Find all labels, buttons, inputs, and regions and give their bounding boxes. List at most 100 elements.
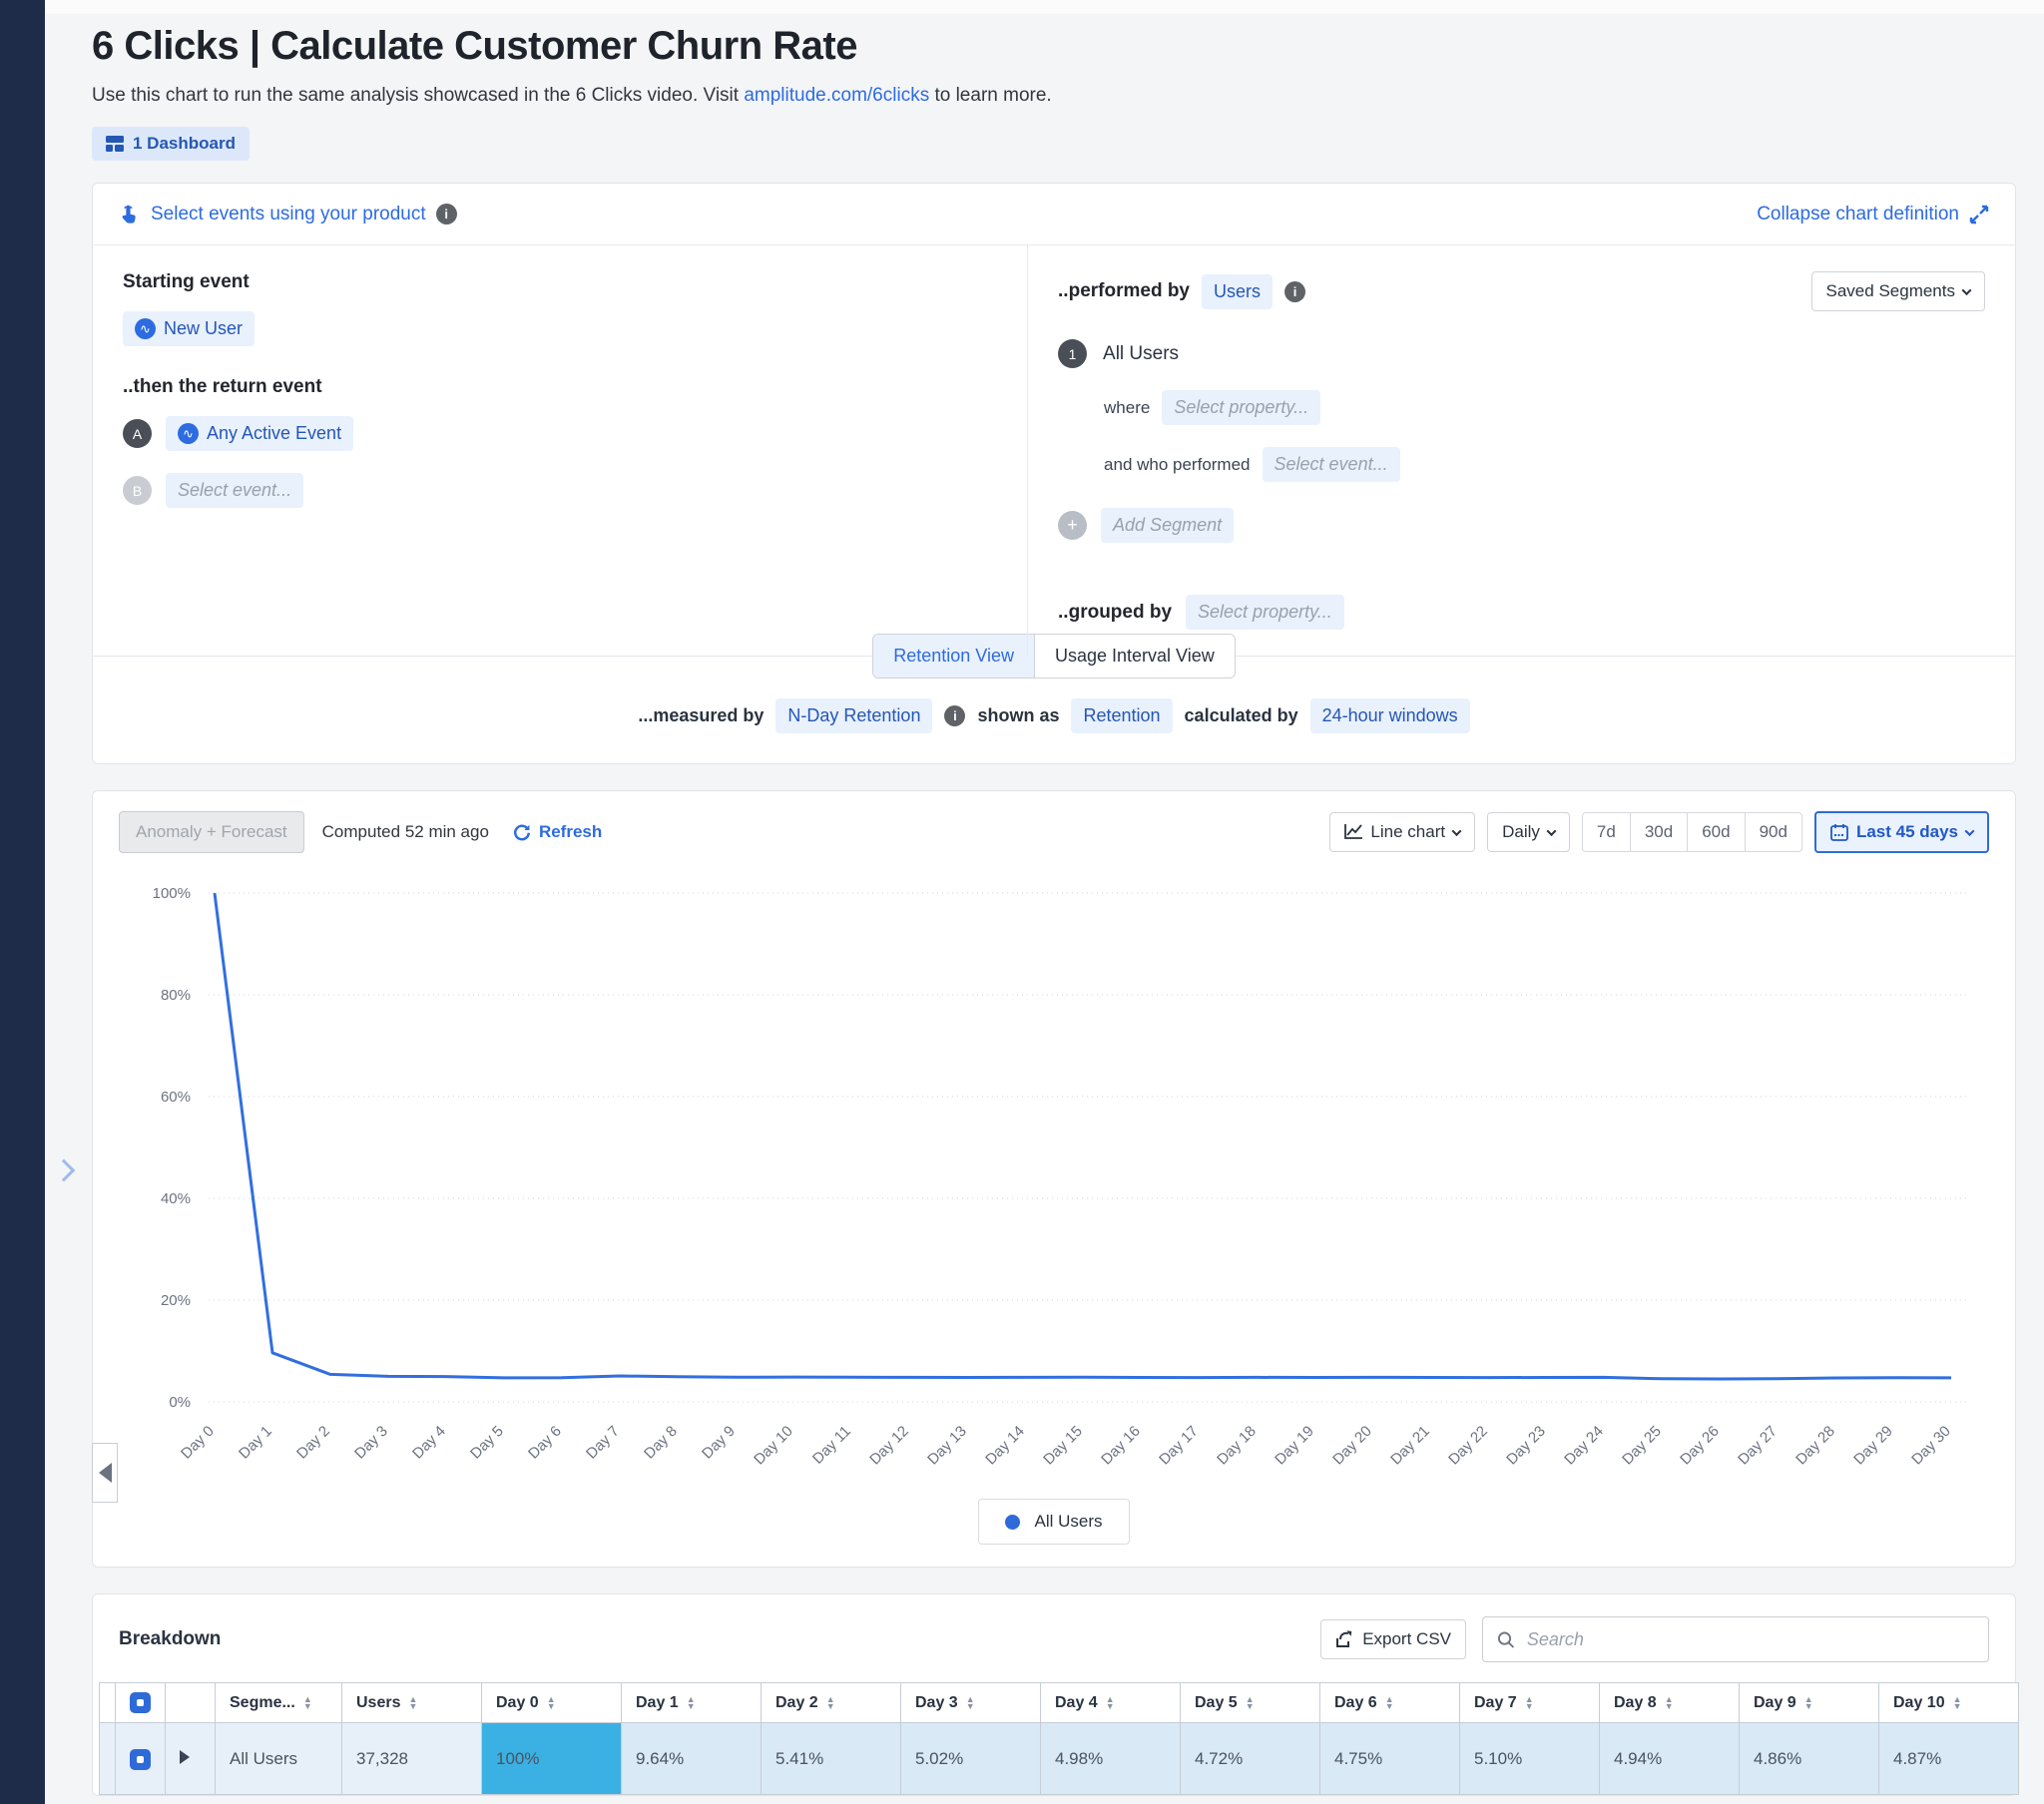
column-header-day-2[interactable]: Day 2 ▲ ▼	[761, 1682, 901, 1723]
x-axis-tick: Day 6	[525, 1423, 565, 1463]
all-users-line[interactable]	[213, 892, 1952, 1381]
retention-value-cell-day-3[interactable]: 5.02%	[900, 1722, 1041, 1795]
column-header-day-1[interactable]: Day 1 ▲ ▼	[621, 1682, 762, 1723]
chevron-down-icon	[1546, 825, 1557, 836]
collapse-icon	[1969, 205, 1989, 224]
refresh-button[interactable]: Refresh	[513, 822, 602, 842]
measured-by-chip[interactable]: N-Day Retention	[775, 698, 933, 733]
anomaly-forecast-button[interactable]: Anomaly + Forecast	[119, 811, 304, 853]
select-events-link[interactable]: Select events using your product i	[119, 204, 457, 226]
sort-icon[interactable]: ▲ ▼	[826, 1694, 835, 1709]
retention-value-cell-day-9[interactable]: 4.86%	[1739, 1722, 1879, 1795]
return-event-a-value: Any Active Event	[207, 423, 342, 443]
retention-value-cell-day-1[interactable]: 9.64%	[621, 1722, 762, 1795]
expand-row-icon[interactable]	[180, 1749, 190, 1764]
saved-segments-button[interactable]: Saved Segments	[1810, 271, 1985, 311]
column-header-day-3[interactable]: Day 3 ▲ ▼	[900, 1682, 1041, 1723]
range-60d-button[interactable]: 60d	[1687, 812, 1746, 852]
info-icon[interactable]: i	[435, 204, 457, 225]
retention-value-cell-day-5[interactable]: 4.72%	[1180, 1722, 1320, 1795]
return-event-a-chip[interactable]: ∿ Any Active Event	[166, 416, 354, 451]
column-header-day-6[interactable]: Day 6 ▲ ▼	[1319, 1682, 1460, 1723]
header-spacer-cell	[99, 1682, 116, 1723]
series-color-dot	[1005, 1514, 1021, 1530]
collapse-chart-definition-label: Collapse chart definition	[1757, 203, 1959, 225]
subtitle-link[interactable]: amplitude.com/6clicks	[744, 85, 929, 106]
x-axis-tick: Day 28	[1792, 1423, 1838, 1469]
retention-value-cell-day-4[interactable]: 4.98%	[1040, 1722, 1181, 1795]
add-segment-plus-icon[interactable]: +	[1058, 511, 1088, 540]
y-axis-tick: 80%	[161, 987, 191, 1004]
retention-value-cell-day-0[interactable]: 100%	[481, 1722, 622, 1795]
sort-icon[interactable]: ▲ ▼	[1385, 1694, 1394, 1709]
expand-sidebar-chevron-icon[interactable]	[52, 1158, 76, 1182]
column-header-day-0[interactable]: Day 0 ▲ ▼	[481, 1682, 622, 1723]
return-event-b-select[interactable]: Select event...	[166, 473, 304, 508]
sort-icon[interactable]: ▲ ▼	[1106, 1694, 1115, 1709]
collapse-chart-definition-link[interactable]: Collapse chart definition	[1757, 204, 1989, 226]
retention-value-cell-day-2[interactable]: 5.41%	[761, 1722, 901, 1795]
row-checkbox[interactable]	[130, 1748, 151, 1770]
chart-type-dropdown[interactable]: Line chart	[1329, 812, 1476, 852]
search-input[interactable]	[1526, 1628, 1974, 1650]
interval-label: Daily	[1502, 822, 1540, 841]
column-label: Day 7	[1474, 1693, 1517, 1711]
column-header-day-8[interactable]: Day 8 ▲ ▼	[1599, 1682, 1740, 1723]
sort-icon[interactable]: ▲ ▼	[408, 1694, 417, 1709]
sort-icon[interactable]: ▲ ▼	[966, 1694, 975, 1709]
range-30d-button[interactable]: 30d	[1629, 812, 1689, 852]
performed-by-chip[interactable]: Users	[1202, 273, 1274, 309]
column-header-day-5[interactable]: Day 5 ▲ ▼	[1180, 1682, 1320, 1723]
retention-value-cell-day-10[interactable]: 4.87%	[1878, 1722, 2019, 1795]
x-axis-tick: Day 25	[1619, 1423, 1665, 1469]
sort-icon[interactable]: ▲ ▼	[303, 1694, 312, 1709]
info-icon[interactable]: i	[1284, 280, 1306, 302]
sort-icon[interactable]: ▲ ▼	[687, 1694, 696, 1709]
where-property-select[interactable]: Select property...	[1162, 390, 1321, 425]
shown-as-chip[interactable]: Retention	[1071, 698, 1173, 733]
range-7d-button[interactable]: 7d	[1581, 812, 1631, 852]
sort-icon[interactable]: ▲ ▼	[1246, 1694, 1255, 1709]
column-header-day-7[interactable]: Day 7 ▲ ▼	[1459, 1682, 1600, 1723]
range-90d-button[interactable]: 90d	[1744, 812, 1802, 852]
breakdown-header-row: Segme... ▲ ▼ Users ▲ ▼ Day 0 ▲ ▼ Day 1 ▲ ▼ Day 2 ▲ ▼ Da…	[99, 1682, 2019, 1723]
retention-value-cell-day-7[interactable]: 5.10%	[1459, 1722, 1600, 1795]
starting-event-chip[interactable]: ∿ New User	[123, 311, 256, 346]
chart-panel-expander[interactable]	[92, 1443, 118, 1503]
info-icon[interactable]: i	[944, 705, 966, 726]
column-label: Day 1	[636, 1693, 679, 1711]
sort-icon[interactable]: ▲ ▼	[1525, 1694, 1534, 1709]
sort-icon[interactable]: ▲ ▼	[547, 1694, 556, 1709]
column-label: Day 3	[915, 1693, 958, 1711]
calculated-by-chip[interactable]: 24-hour windows	[1309, 698, 1470, 733]
tab-retention-view[interactable]: Retention View	[873, 635, 1035, 677]
date-range-dropdown[interactable]: Last 45 days	[1813, 811, 1989, 853]
refresh-label: Refresh	[538, 822, 603, 841]
legend-all-users[interactable]: All Users	[978, 1499, 1130, 1545]
select-events-label: Select events using your product	[151, 203, 426, 225]
column-header-day-10[interactable]: Day 10 ▲ ▼	[1878, 1682, 2019, 1723]
retention-value-cell-day-6[interactable]: 4.75%	[1319, 1722, 1460, 1795]
chart-toolbar: Anomaly + Forecast Computed 52 min ago R…	[93, 791, 2015, 859]
column-header-day-4[interactable]: Day 4 ▲ ▼	[1040, 1682, 1181, 1723]
column-label: Day 8	[1614, 1693, 1657, 1711]
export-csv-button[interactable]: Export CSV	[1320, 1619, 1466, 1659]
interval-dropdown[interactable]: Daily	[1487, 812, 1570, 852]
segment-name-cell: All Users	[215, 1722, 342, 1795]
grouped-by-property-select[interactable]: Select property...	[1186, 595, 1344, 630]
sort-icon[interactable]: ▲ ▼	[1953, 1694, 1962, 1709]
column-label: Day 9	[1754, 1693, 1796, 1711]
who-performed-event-select[interactable]: Select event...	[1262, 447, 1400, 482]
row-expand-cell[interactable]	[165, 1722, 216, 1795]
sort-icon[interactable]: ▲ ▼	[1665, 1694, 1674, 1709]
sort-icon[interactable]: ▲ ▼	[1804, 1694, 1813, 1709]
column-header-users[interactable]: Users ▲ ▼	[341, 1682, 482, 1723]
row-checkbox[interactable]	[130, 1692, 151, 1713]
segments-panel: ..performed by Users i Saved Segments 1 …	[1027, 245, 2015, 656]
retention-value-cell-day-8[interactable]: 4.94%	[1599, 1722, 1740, 1795]
dashboard-badge[interactable]: 1 Dashboard	[92, 127, 250, 161]
column-header-segme-[interactable]: Segme... ▲ ▼	[215, 1682, 342, 1723]
x-axis-tick: Day 17	[1156, 1423, 1202, 1469]
column-header-day-9[interactable]: Day 9 ▲ ▼	[1739, 1682, 1879, 1723]
add-segment-button[interactable]: Add Segment	[1101, 508, 1235, 543]
